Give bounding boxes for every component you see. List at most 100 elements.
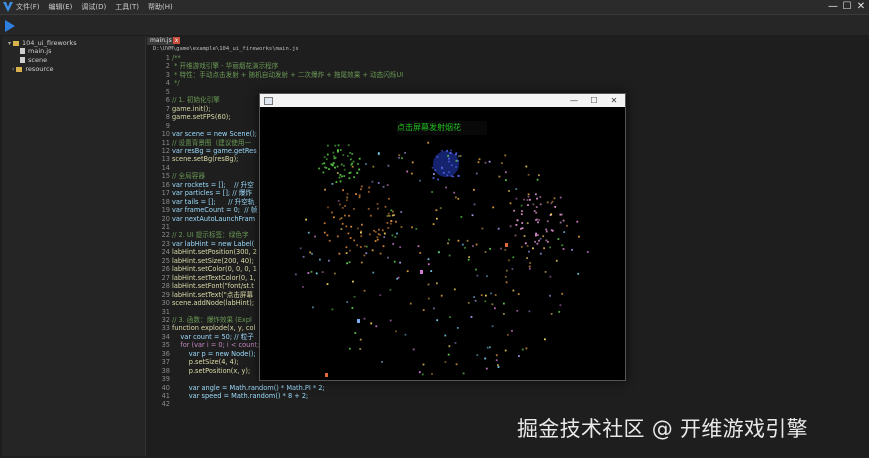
rocket-particle: [420, 270, 423, 274]
firework-particle: [363, 254, 366, 257]
code-text: function explode(x, y, col: [172, 324, 256, 333]
code-text: var speed = Math.random() * 8 + 2;: [172, 392, 309, 400]
firework-particle: [365, 252, 368, 255]
game-close-button[interactable]: ✕: [604, 94, 624, 107]
tab-main-js[interactable]: main.js: [147, 37, 175, 45]
firework-particle: [536, 197, 538, 200]
menu-help[interactable]: 帮助(H): [148, 0, 173, 14]
firework-particle: [436, 319, 439, 322]
firework-particle: [359, 348, 362, 350]
menu-tools[interactable]: 工具(T): [115, 0, 139, 14]
line-number: 3: [165, 70, 170, 79]
firework-particle: [520, 213, 523, 216]
firework-particle: [534, 240, 536, 243]
firework-particle: [535, 232, 537, 235]
minimize-button[interactable]: —: [826, 0, 840, 14]
tab-close-icon[interactable]: x: [173, 37, 180, 44]
firework-particle: [325, 158, 328, 161]
code-text: */: [172, 79, 180, 88]
firework-particle: [486, 275, 488, 278]
folder-icon: [13, 40, 20, 46]
code-text: scene.addNode(labHint);: [172, 299, 255, 308]
firework-particle: [473, 188, 475, 191]
firework-particle: [538, 219, 541, 221]
menu-file[interactable]: 文件(F): [16, 0, 40, 14]
code-text: var particles = []; // 爆炸: [172, 189, 252, 198]
code-text: p.setSize(4, 4);: [172, 358, 239, 367]
firework-particle: [431, 166, 434, 169]
line-number: 26: [161, 265, 170, 274]
firework-particle: [350, 158, 352, 161]
code-text: var nextAutoLaunchFram: [172, 214, 256, 223]
firework-particle: [485, 294, 487, 297]
firework-particle: [392, 210, 394, 213]
project-explorer: ▾ 104_ui_fireworks main.js scene › resourc…: [2, 36, 146, 456]
firework-particle: [455, 363, 458, 366]
expand-arrow-icon[interactable]: ›: [12, 66, 14, 73]
toolbar: [0, 15, 869, 35]
line-number: 36: [161, 349, 170, 358]
game-canvas[interactable]: 点击屏幕发射烟花: [260, 107, 625, 380]
firework-particle: [338, 176, 341, 179]
firework-particle: [505, 179, 507, 182]
firework-particle: [386, 222, 389, 224]
firework-particle: [411, 172, 413, 175]
firework-particle: [448, 254, 451, 257]
firework-particle: [394, 236, 397, 238]
firework-particle: [389, 288, 392, 291]
line-number: 40: [161, 383, 170, 392]
menu-edit[interactable]: 编辑(E): [49, 0, 73, 14]
firework-particle: [484, 300, 487, 303]
firework-particle: [392, 243, 395, 245]
line-number: 1: [165, 54, 170, 62]
firework-particle: [395, 330, 397, 333]
firework-particle: [368, 186, 371, 189]
firework-particle: [339, 173, 342, 176]
firework-particle: [492, 206, 495, 209]
firework-particle: [372, 271, 375, 274]
firework-particle: [360, 185, 363, 188]
firework-particle: [484, 161, 487, 164]
close-button[interactable]: ✕: [854, 0, 868, 14]
firework-particle: [537, 234, 539, 236]
firework-particle: [507, 333, 509, 336]
firework-particle: [455, 166, 457, 168]
firework-particle: [400, 226, 403, 228]
firework-particle: [353, 295, 356, 298]
firework-particle: [475, 268, 477, 271]
firework-particle: [387, 256, 389, 259]
code-text: var angle = Math.random() * Math.PI * 2;: [172, 383, 325, 392]
firework-particle: [370, 322, 373, 325]
firework-particle: [370, 214, 372, 217]
firework-particle: [379, 252, 382, 255]
firework-particle: [333, 216, 335, 219]
tree-project-root[interactable]: ▾ 104_ui_fireworks: [8, 39, 77, 47]
firework-particle: [341, 175, 343, 178]
expand-arrow-icon[interactable]: ▾: [8, 40, 11, 47]
firework-particle: [324, 188, 326, 191]
tree-item-resource[interactable]: › resource: [12, 65, 54, 73]
firework-particle: [549, 246, 551, 249]
firework-particle: [559, 304, 562, 307]
tree-item-scene[interactable]: scene: [20, 56, 47, 64]
line-number: 28: [161, 282, 170, 291]
firework-particle: [431, 373, 433, 375]
game-minimize-button[interactable]: —: [564, 94, 584, 107]
maximize-button[interactable]: ☐: [840, 0, 854, 14]
line-number: 11: [161, 138, 170, 147]
menu-debug[interactable]: 调试(D): [81, 0, 106, 14]
tree-item-main-js[interactable]: main.js: [20, 47, 52, 55]
firework-particle: [504, 349, 507, 352]
firework-particle: [311, 252, 313, 255]
line-number: 23: [161, 239, 170, 248]
run-icon[interactable]: [5, 20, 15, 32]
firework-particle: [497, 364, 499, 366]
rocket-particle: [325, 373, 328, 377]
firework-particle: [356, 172, 359, 174]
firework-particle: [489, 346, 491, 349]
firework-particle: [509, 225, 512, 228]
code-text: var tails = []; // 升空轨: [172, 197, 255, 206]
firework-particle: [419, 179, 421, 182]
firework-particle: [441, 149, 443, 152]
game-maximize-button[interactable]: ☐: [584, 94, 604, 107]
